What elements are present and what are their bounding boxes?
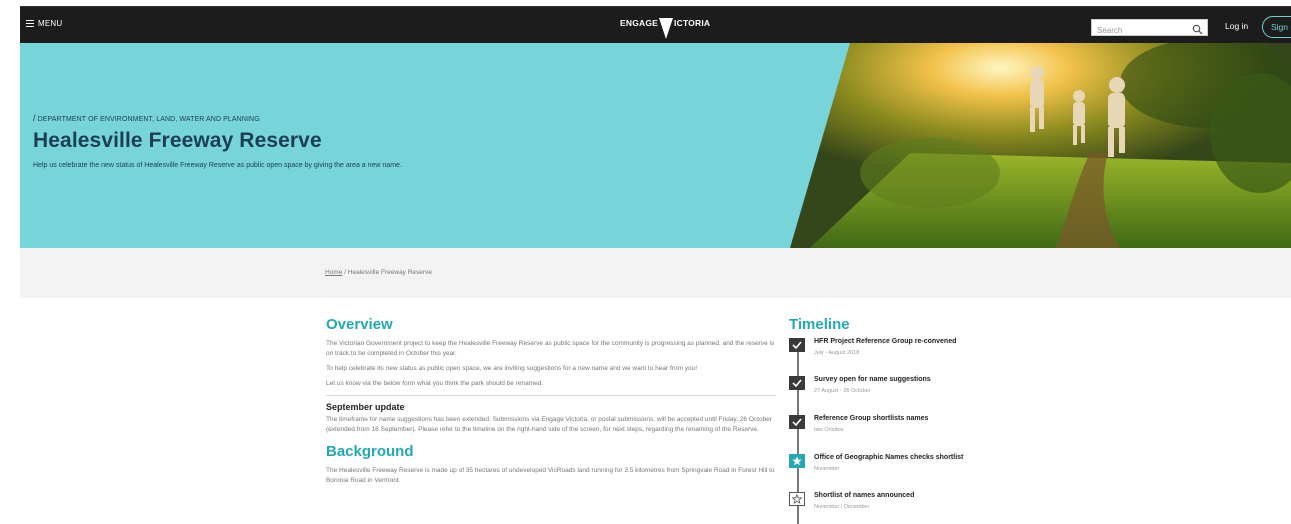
timeline-item-label: Office of Geographic Names checks shortl… (814, 454, 964, 461)
frame-left (0, 6, 20, 524)
top-navigation: MENU ENGAGE ICTORIA Log in Sign up (20, 6, 1291, 43)
check-icon (789, 338, 805, 352)
section-divider (326, 395, 776, 396)
timeline-item-date: late October (814, 427, 844, 433)
department-label: / DEPARTMENT OF ENVIRONMENT, LAND, WATER … (33, 113, 260, 123)
menu-label: MENU (38, 19, 63, 28)
page-title: Healesville Freeway Reserve (33, 129, 322, 152)
search-icon[interactable] (1192, 22, 1203, 35)
search-input[interactable] (1092, 23, 1187, 38)
hamburger-icon (26, 19, 34, 28)
timeline-item-date: November / December (814, 504, 870, 510)
overview-heading: Overview (326, 316, 393, 333)
hero-subtitle: Help us celebrate the new status of Heal… (33, 162, 402, 169)
timeline-item-date: 27 August - 26 October (814, 388, 871, 394)
star-outline-icon (789, 492, 805, 506)
timeline-item-label: HFR Project Reference Group re-convened (814, 338, 957, 345)
hero-banner: / DEPARTMENT OF ENVIRONMENT, LAND, WATER … (20, 43, 1291, 248)
main-content: Overview The Victorian Government projec… (326, 316, 776, 491)
department-text: DEPARTMENT OF ENVIRONMENT, LAND, WATER A… (37, 116, 260, 123)
timeline-item-label: Survey open for name suggestions (814, 376, 931, 383)
timeline-heading: Timeline (789, 316, 850, 333)
overview-paragraph-3: Let us know via the below form what you … (326, 380, 544, 387)
engage-victoria-logo[interactable]: ENGAGE ICTORIA (620, 17, 710, 39)
breadcrumb-current: / Healesville Freeway Reserve (344, 269, 432, 276)
overview-paragraph-1: The Victorian Government project to keep… (326, 340, 775, 357)
breadcrumb: Home / Healesville Freeway Reserve (325, 269, 432, 276)
timeline-item-date: November (814, 466, 840, 472)
timeline-item-label: Reference Group shortlists names (814, 415, 929, 422)
logo-text-left: ENGAGE (620, 18, 659, 28)
background-paragraph: The Healesville Freeway Reserve is made … (326, 467, 775, 484)
timeline-item-date: July - August 2018 (814, 350, 860, 356)
signup-button[interactable]: Sign up (1262, 16, 1291, 38)
victoria-v-icon (659, 17, 674, 39)
hero-photo-children-running-icon (790, 43, 1291, 248)
star-filled-icon (789, 454, 805, 468)
background-heading: Background (326, 443, 414, 460)
logo-text-right: ICTORIA (674, 18, 711, 28)
check-icon (789, 415, 805, 429)
search-box (1091, 19, 1208, 38)
timeline: Timeline HFR Project Reference Group re-… (789, 316, 1049, 524)
breadcrumb-home-link[interactable]: Home (325, 269, 342, 276)
menu-button[interactable]: MENU (26, 19, 62, 28)
september-update-heading: September update (326, 402, 405, 412)
breadcrumb-band: Home / Healesville Freeway Reserve (20, 248, 1291, 298)
overview-paragraph-2: To help celebrate its new status as publ… (326, 365, 698, 372)
check-icon (789, 376, 805, 390)
login-link[interactable]: Log in (1225, 21, 1248, 31)
september-update-paragraph: The timeframe for name suggestions has b… (326, 416, 772, 433)
timeline-item-label: Shortlist of names announced (814, 492, 915, 499)
